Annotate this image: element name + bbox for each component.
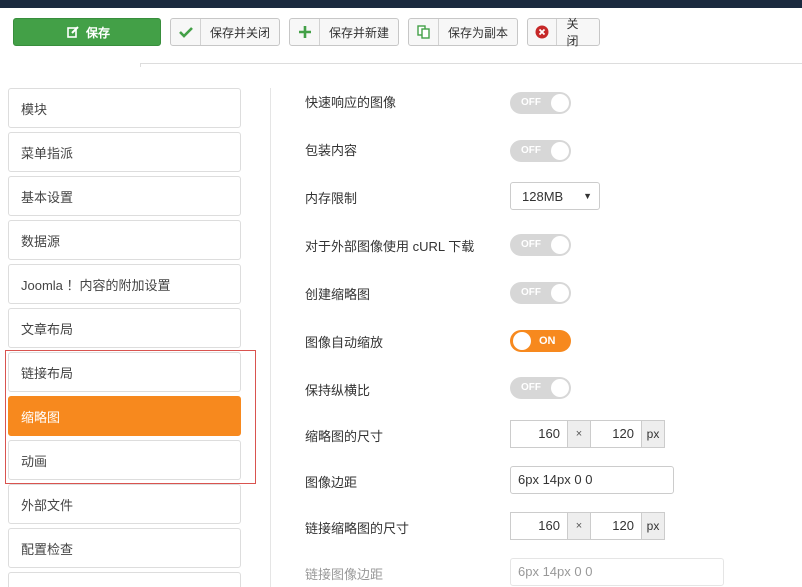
curl-external-label: 对于外部图像使用 cURL 下载 xyxy=(305,239,475,254)
save-and-close-label: 保存并关闭 xyxy=(210,25,271,40)
form-row-link-thumb-size: 链接缩略图的尺寸 160 × 120 px xyxy=(305,512,775,550)
sidebar-item-partial[interactable] xyxy=(8,572,241,587)
form-row-create-thumbnails: 创建缩略图 OFF xyxy=(305,282,775,316)
sidebar-item-label: 基本设置 xyxy=(21,189,74,205)
memory-limit-select[interactable]: 128MB ▼ xyxy=(510,182,600,210)
wrap-content-label: 包装内容 xyxy=(305,143,358,158)
save-and-new-label: 保存并新建 xyxy=(329,25,390,40)
toggle-state: ON xyxy=(539,335,556,347)
sidebar-item-label: 外部文件 xyxy=(21,497,74,513)
link-thumb-width-input[interactable]: 160 xyxy=(510,512,568,540)
close-label: 关闭 xyxy=(566,17,579,48)
save-as-copy-label: 保存为副本 xyxy=(448,25,509,40)
keep-aspect-label: 保持纵横比 xyxy=(305,383,371,398)
link-thumb-height-input[interactable]: 120 xyxy=(590,512,642,540)
sidebar-item-config-check[interactable]: 配置检查 xyxy=(8,528,241,568)
form-row-curl-external: 对于外部图像使用 cURL 下载 OFF xyxy=(305,234,775,268)
thumb-width-input[interactable]: 160 xyxy=(510,420,568,448)
responsive-images-toggle[interactable]: OFF xyxy=(510,92,571,114)
close-circle-icon xyxy=(528,19,558,45)
sidebar-item-basic-settings[interactable]: 基本设置 xyxy=(8,176,241,216)
form-row-auto-scale: 图像自动缩放 ON xyxy=(305,330,775,364)
sidebar-item-label: 文章布局 xyxy=(21,321,74,337)
sidebar-item-label: 模块 xyxy=(21,101,48,117)
wrap-content-toggle[interactable]: OFF xyxy=(510,140,571,162)
times-separator: × xyxy=(568,420,590,448)
link-image-margin-label: 链接图像边距 xyxy=(305,567,384,582)
create-thumbnails-label: 创建缩略图 xyxy=(305,287,371,302)
save-button[interactable]: 保存 xyxy=(13,18,161,46)
responsive-images-label: 快速响应的图像 xyxy=(305,95,397,110)
toggle-knob xyxy=(551,236,569,254)
toggle-state: OFF xyxy=(521,287,541,298)
copy-icon xyxy=(409,19,439,45)
memory-limit-label: 内存限制 xyxy=(305,191,358,206)
thumb-size-group: 160 × 120 px xyxy=(510,420,665,448)
toggle-knob xyxy=(513,332,531,350)
memory-limit-value: 128MB xyxy=(522,188,564,204)
form-row-link-image-margin: 链接图像边距 6px 14px 0 0 xyxy=(305,558,775,587)
toggle-knob xyxy=(551,94,569,112)
check-icon xyxy=(171,19,201,45)
form-row-wrap-content: 包装内容 OFF xyxy=(305,140,775,172)
form-row-memory-limit: 内存限制 128MB ▼ xyxy=(305,182,775,220)
form-row-thumb-size: 缩略图的尺寸 160 × 120 px xyxy=(305,420,775,458)
link-thumb-size-group: 160 × 120 px xyxy=(510,512,665,540)
toggle-state: OFF xyxy=(521,382,541,393)
sidebar-item-article-layout[interactable]: 文章布局 xyxy=(8,308,241,348)
content-divider xyxy=(270,88,271,587)
save-and-new-button[interactable]: 保存并新建 xyxy=(289,18,399,46)
sidebar-item-label: 数据源 xyxy=(21,233,61,249)
link-image-margin-input[interactable]: 6px 14px 0 0 xyxy=(510,558,724,586)
image-margin-label: 图像边距 xyxy=(305,475,358,490)
sidebar-item-menu-assignment[interactable]: 菜单指派 xyxy=(8,132,241,172)
sidebar-item-external-files[interactable]: 外部文件 xyxy=(8,484,241,524)
times-separator: × xyxy=(568,512,590,540)
chevron-down-icon: ▼ xyxy=(583,191,592,201)
highlight-annotation-box xyxy=(5,350,256,484)
sidebar-item-joomla-content-extra[interactable]: Joomla ！内容的附加设置 xyxy=(8,264,241,304)
create-thumbnails-toggle[interactable]: OFF xyxy=(510,282,571,304)
sidebar-item-label: 菜单指派 xyxy=(21,145,74,161)
save-and-close-button[interactable]: 保存并关闭 xyxy=(170,18,280,46)
tab-content-border xyxy=(140,63,802,67)
plus-icon xyxy=(290,19,320,45)
toggle-knob xyxy=(551,142,569,160)
sidebar-item-label: 配置检查 xyxy=(21,541,74,557)
curl-external-toggle[interactable]: OFF xyxy=(510,234,571,256)
save-label: 保存 xyxy=(85,25,110,40)
top-header-bar xyxy=(0,0,802,8)
form-row-image-margin: 图像边距 6px 14px 0 0 xyxy=(305,466,775,504)
thumb-height-input[interactable]: 120 xyxy=(590,420,642,448)
close-button[interactable]: 关闭 xyxy=(527,17,600,48)
toggle-knob xyxy=(551,284,569,302)
thumb-size-label: 缩略图的尺寸 xyxy=(305,429,384,444)
sidebar-item-module[interactable]: 模块 xyxy=(8,88,241,128)
toggle-state: OFF xyxy=(521,239,541,250)
edit-icon xyxy=(64,19,82,45)
auto-scale-label: 图像自动缩放 xyxy=(305,335,384,350)
form-row-keep-aspect: 保持纵横比 OFF xyxy=(305,377,775,412)
sidebar-item-data-source[interactable]: 数据源 xyxy=(8,220,241,260)
toolbar: 保存 保存并关闭 保存并新建 保存为副本 关闭 xyxy=(0,8,802,60)
keep-aspect-toggle[interactable]: OFF xyxy=(510,377,571,399)
image-margin-input[interactable]: 6px 14px 0 0 xyxy=(510,466,674,494)
auto-scale-toggle[interactable]: ON xyxy=(510,330,571,352)
toggle-knob xyxy=(551,379,569,397)
px-unit: px xyxy=(642,420,665,448)
form-row-responsive-images: 快速响应的图像 OFF xyxy=(305,92,775,124)
sidebar-item-label: Joomla ！内容的附加设置 xyxy=(21,277,171,293)
toggle-state: OFF xyxy=(521,97,541,108)
px-unit: px xyxy=(642,512,665,540)
toggle-state: OFF xyxy=(521,145,541,156)
save-as-copy-button[interactable]: 保存为副本 xyxy=(408,18,518,46)
link-thumb-size-label: 链接缩略图的尺寸 xyxy=(305,521,410,536)
